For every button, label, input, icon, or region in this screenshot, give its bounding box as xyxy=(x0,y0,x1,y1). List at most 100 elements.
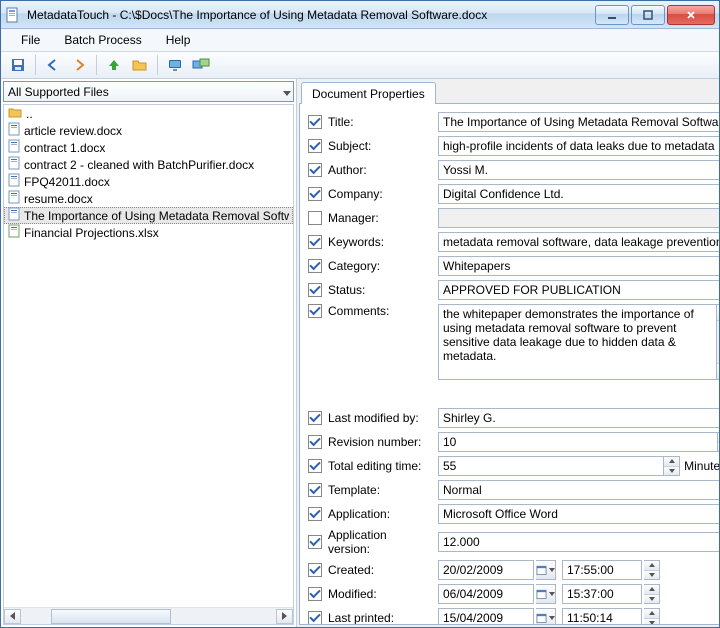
scroll-left-icon[interactable] xyxy=(4,609,21,624)
input-revision[interactable]: 10 xyxy=(438,432,718,452)
label-keywords: Keywords: xyxy=(328,235,432,249)
docx-file-icon xyxy=(8,122,20,139)
screens-icon[interactable] xyxy=(190,54,212,76)
checkbox-keywords[interactable] xyxy=(308,235,322,249)
file-filter-label: All Supported Files xyxy=(8,85,109,99)
menu-bar: File Batch Process Help xyxy=(1,29,719,51)
checkbox-title[interactable] xyxy=(308,115,322,129)
back-icon[interactable] xyxy=(42,54,64,76)
checkbox-company[interactable] xyxy=(308,187,322,201)
file-item[interactable]: contract 2 - cleaned with BatchPurifier.… xyxy=(4,156,293,173)
checkbox-application[interactable] xyxy=(308,507,322,521)
input-lastprinted-date[interactable]: 15/04/2009 xyxy=(438,608,534,625)
file-item[interactable]: Financial Projections.xlsx xyxy=(4,224,293,241)
input-subject[interactable]: high-profile incidents of data leaks due… xyxy=(438,136,719,156)
input-appversion[interactable]: 12.000 xyxy=(438,532,719,552)
folder-open-icon[interactable] xyxy=(129,54,151,76)
prop-application-row: Application: Microsoft Office Word xyxy=(308,504,719,524)
prop-subject-row: Subject: high-profile incidents of data … xyxy=(308,136,719,156)
checkbox-editingtime[interactable] xyxy=(308,459,322,473)
file-item-selected[interactable]: The Importance of Using Metadata Removal… xyxy=(4,207,293,224)
input-created-time[interactable]: 17:55:00 xyxy=(562,560,642,580)
spinner-editingtime[interactable] xyxy=(664,456,680,476)
input-author[interactable]: Yossi M. xyxy=(438,160,719,180)
up-arrow-icon[interactable] xyxy=(103,54,125,76)
checkbox-lastprinted[interactable] xyxy=(308,611,322,625)
label-lastmodifiedby: Last modified by: xyxy=(328,411,432,425)
horizontal-scrollbar[interactable] xyxy=(4,607,293,624)
prop-author-row: Author: Yossi M. xyxy=(308,160,719,180)
checkbox-template[interactable] xyxy=(308,483,322,497)
scroll-up-icon[interactable] xyxy=(717,305,719,321)
checkbox-comments[interactable] xyxy=(308,304,322,318)
scroll-right-icon[interactable] xyxy=(276,609,293,624)
checkbox-revision[interactable] xyxy=(308,435,322,449)
datepicker-lastprinted-icon[interactable] xyxy=(536,608,556,625)
label-appversion: Application version: xyxy=(328,528,432,556)
checkbox-modified[interactable] xyxy=(308,587,322,601)
datepicker-modified-icon[interactable] xyxy=(536,584,556,604)
input-category[interactable]: Whitepapers xyxy=(438,256,719,276)
input-lastprinted-time[interactable]: 11:50:14 xyxy=(562,608,642,625)
spinner-lastprinted-time[interactable] xyxy=(644,608,660,625)
checkbox-status[interactable] xyxy=(308,283,322,297)
checkbox-created[interactable] xyxy=(308,563,322,577)
label-title: Title: xyxy=(328,115,432,129)
file-item[interactable]: FPQ42011.docx xyxy=(4,173,293,190)
docx-file-icon xyxy=(8,190,20,207)
input-title[interactable]: The Importance of Using Metadata Removal… xyxy=(438,112,719,132)
checkbox-category[interactable] xyxy=(308,259,322,273)
tab-document-properties[interactable]: Document Properties xyxy=(301,82,436,104)
input-modified-date[interactable]: 06/04/2009 xyxy=(438,584,534,604)
label-company: Company: xyxy=(328,187,432,201)
spinner-revision[interactable] xyxy=(718,432,719,452)
scroll-thumb[interactable] xyxy=(51,609,171,624)
checkbox-author[interactable] xyxy=(308,163,322,177)
prop-editingtime-row: Total editing time: 55 Minutes xyxy=(308,456,719,476)
main-area: All Supported Files .. article review.do… xyxy=(1,79,719,627)
input-created-date[interactable]: 20/02/2009 xyxy=(438,560,534,580)
prop-lastmodifiedby-row: Last modified by: Shirley G. xyxy=(308,408,719,428)
textarea-comments[interactable]: the whitepaper demonstrates the importan… xyxy=(438,304,717,380)
spinner-created-time[interactable] xyxy=(644,560,660,580)
label-author: Author: xyxy=(328,163,432,177)
comments-scrollbar[interactable] xyxy=(717,304,719,380)
label-application: Application: xyxy=(328,507,432,521)
docx-file-icon xyxy=(8,156,20,173)
checkbox-subject[interactable] xyxy=(308,139,322,153)
file-item[interactable]: article review.docx xyxy=(4,122,293,139)
docx-file-icon xyxy=(8,173,20,190)
input-modified-time[interactable]: 15:37:00 xyxy=(562,584,642,604)
maximize-button[interactable] xyxy=(631,5,665,25)
xlsx-file-icon xyxy=(8,224,20,241)
file-item[interactable]: resume.docx xyxy=(4,190,293,207)
input-manager[interactable] xyxy=(438,208,719,228)
input-status[interactable]: APPROVED FOR PUBLICATION xyxy=(438,280,719,300)
input-template[interactable]: Normal xyxy=(438,480,719,500)
menu-batch-process[interactable]: Batch Process xyxy=(54,31,151,49)
file-list[interactable]: .. article review.docx contract 1.docx c… xyxy=(3,104,294,625)
monitor-icon[interactable] xyxy=(164,54,186,76)
up-directory-item[interactable]: .. xyxy=(4,105,293,122)
input-application[interactable]: Microsoft Office Word xyxy=(438,504,719,524)
menu-file[interactable]: File xyxy=(11,31,50,49)
minimize-button[interactable] xyxy=(595,5,629,25)
input-keywords[interactable]: metadata removal software, data leakage … xyxy=(438,232,719,252)
close-button[interactable] xyxy=(667,5,715,25)
checkbox-appversion[interactable] xyxy=(308,535,322,549)
input-lastmodifiedby[interactable]: Shirley G. xyxy=(438,408,719,428)
checkbox-manager[interactable] xyxy=(308,211,322,225)
scroll-down-icon[interactable] xyxy=(717,363,719,379)
prop-company-row: Company: Digital Confidence Ltd. xyxy=(308,184,719,204)
datepicker-created-icon[interactable] xyxy=(536,560,556,580)
save-icon[interactable] xyxy=(7,54,29,76)
app-icon xyxy=(5,7,21,23)
input-editingtime[interactable]: 55 xyxy=(438,456,664,476)
input-company[interactable]: Digital Confidence Ltd. xyxy=(438,184,719,204)
checkbox-lastmodifiedby[interactable] xyxy=(308,411,322,425)
menu-help[interactable]: Help xyxy=(156,31,201,49)
forward-icon[interactable] xyxy=(68,54,90,76)
file-item[interactable]: contract 1.docx xyxy=(4,139,293,156)
file-filter-combo[interactable]: All Supported Files xyxy=(3,81,294,102)
spinner-modified-time[interactable] xyxy=(644,584,660,604)
